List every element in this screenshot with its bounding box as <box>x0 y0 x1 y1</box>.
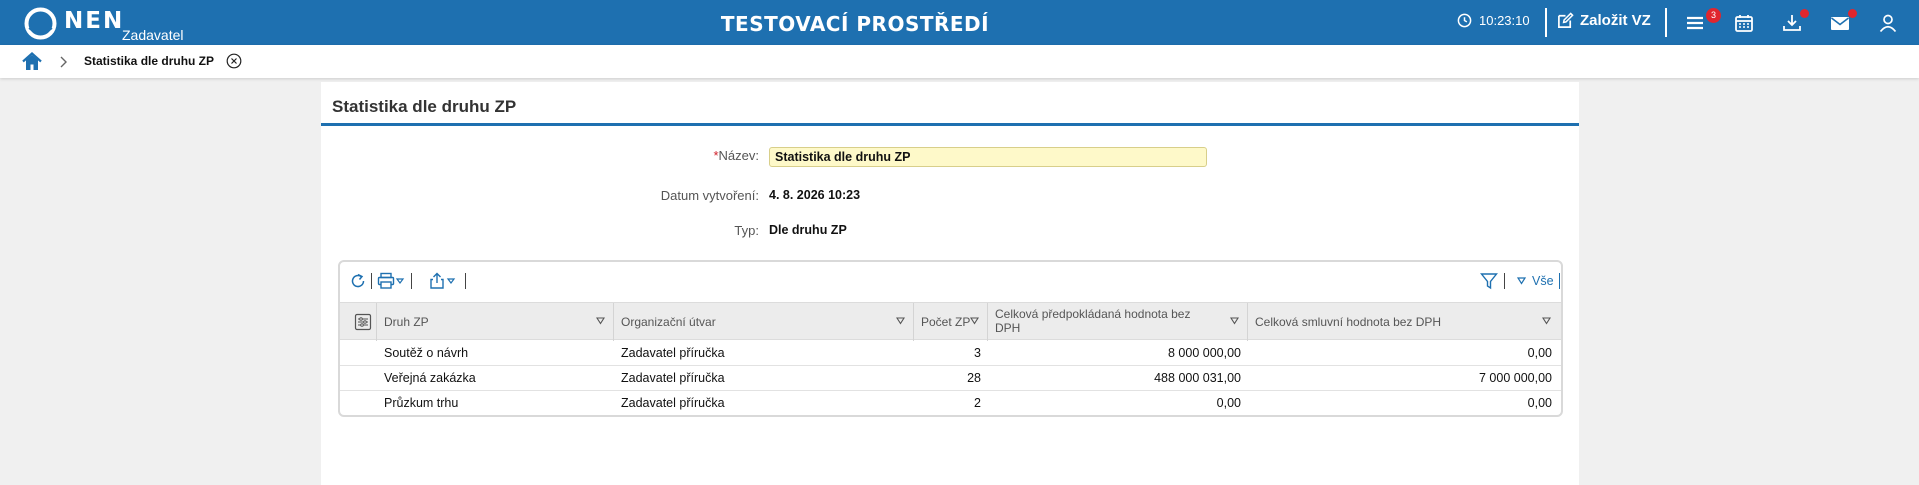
statistics-grid: Vše Druh ZP Organizační útvar Počet ZP C… <box>338 260 1563 417</box>
column-header-smluvni-hodnota[interactable]: Celková smluvní hodnota bez DPH <box>1248 303 1551 341</box>
column-header-org-utvar[interactable]: Organizační útvar <box>614 303 914 341</box>
home-icon[interactable] <box>22 52 42 71</box>
header-divider <box>1665 8 1667 37</box>
menu-badge: 3 <box>1706 8 1721 23</box>
toolbar-separator <box>1504 273 1505 289</box>
breadcrumb-current[interactable]: Statistika dle druhu ZP <box>84 54 214 68</box>
column-header-druh-zp[interactable]: Druh ZP <box>377 303 614 341</box>
column-header-pocet-zp[interactable]: Počet ZP <box>914 303 988 341</box>
printer-icon <box>377 272 405 289</box>
sort-triangle-icon[interactable] <box>596 317 605 325</box>
header-divider <box>1545 8 1547 37</box>
sort-triangle-icon[interactable] <box>1230 317 1239 325</box>
user-icon[interactable] <box>1877 12 1899 34</box>
page-title: Statistika dle druhu ZP <box>332 97 517 116</box>
cell-predpokladana-hodnota: 488 000 031,00 <box>1154 371 1241 385</box>
cell-smluvni-hodnota: 7 000 000,00 <box>1479 371 1552 385</box>
cell-smluvni-hodnota: 0,00 <box>1527 396 1552 410</box>
title-underline <box>321 123 1579 126</box>
edit-icon <box>1558 12 1574 28</box>
cell-org-utvar: Zadavatel příručka <box>621 396 725 410</box>
column-settings-cell <box>340 303 377 341</box>
column-header-label: Druh ZP <box>384 315 429 329</box>
type-label: Typ: <box>734 223 759 238</box>
toolbar-separator <box>1559 273 1560 289</box>
toolbar-separator <box>371 273 372 289</box>
calendar-icon[interactable] <box>1733 12 1755 34</box>
cell-pocet-zp: 2 <box>974 396 981 410</box>
filter-all-label: Vše <box>1532 274 1554 288</box>
chevron-right-icon <box>60 56 67 68</box>
cell-predpokladana-hodnota: 0,00 <box>1216 396 1241 410</box>
mail-notification-dot <box>1848 9 1857 18</box>
created-date-label: Datum vytvoření: <box>660 188 759 203</box>
triangle-down-icon <box>1517 277 1526 285</box>
create-vz-label: Založit VZ <box>1580 12 1651 29</box>
name-label-text: Název: <box>718 148 759 163</box>
sort-triangle-icon[interactable] <box>970 317 979 325</box>
cell-druh-zp: Průzkum trhu <box>384 396 459 410</box>
menu-icon[interactable] <box>1684 12 1706 34</box>
share-export-icon <box>430 272 456 289</box>
cell-org-utvar: Zadavatel příručka <box>621 346 725 360</box>
sort-triangle-icon[interactable] <box>1542 317 1551 325</box>
column-settings-icon[interactable] <box>354 313 372 331</box>
table-row[interactable]: Průzkum trhu Zadavatel příručka 2 0,00 0… <box>340 391 1561 416</box>
cell-pocet-zp: 28 <box>967 371 981 385</box>
column-header-label: Počet ZP <box>921 315 971 329</box>
export-button[interactable] <box>429 272 459 290</box>
column-header-predpokladana-hodnota[interactable]: Celková předpokládaná hodnota bez DPH <box>988 303 1248 341</box>
table-row[interactable]: Soutěž o návrh Zadavatel příručka 3 8 00… <box>340 341 1561 366</box>
filter-all-dropdown[interactable]: Vše <box>1517 274 1554 288</box>
created-date-value: 4. 8. 2026 10:23 <box>769 188 861 202</box>
download-notification-dot <box>1800 9 1809 18</box>
session-clock: 10:23:10 <box>1457 13 1530 28</box>
column-header-label: Celková předpokládaná hodnota bez DPH <box>995 307 1191 335</box>
clock-time: 10:23:10 <box>1479 13 1530 28</box>
cell-druh-zp: Veřejná zakázka <box>384 371 476 385</box>
cell-smluvni-hodnota: 0,00 <box>1527 346 1552 360</box>
create-vz-button[interactable]: Založit VZ <box>1557 12 1651 29</box>
toolbar-separator <box>411 273 412 289</box>
name-field-label: *Název: <box>559 148 759 163</box>
column-header-label: Celková smluvní hodnota bez DPH <box>1255 315 1442 329</box>
close-tab-icon[interactable] <box>226 53 242 69</box>
name-input[interactable] <box>769 147 1207 167</box>
column-header-label: Organizační útvar <box>621 315 716 329</box>
top-header: NEN Zadavatel TESTOVACÍ PROSTŘEDÍ 10:23:… <box>0 0 1919 45</box>
cell-predpokladana-hodnota: 8 000 000,00 <box>1168 346 1241 360</box>
breadcrumb: Statistika dle druhu ZP <box>0 45 1919 78</box>
toolbar-separator <box>465 273 466 289</box>
clock-icon <box>1457 13 1472 28</box>
cell-org-utvar: Zadavatel příručka <box>621 371 725 385</box>
grid-header: Druh ZP Organizační útvar Počet ZP Celko… <box>340 302 1561 341</box>
environment-title: TESTOVACÍ PROSTŘEDÍ <box>720 12 990 36</box>
cell-druh-zp: Soutěž o návrh <box>384 346 469 360</box>
cell-pocet-zp: 3 <box>974 346 981 360</box>
filter-icon[interactable] <box>1480 272 1498 290</box>
sort-triangle-icon[interactable] <box>896 317 905 325</box>
refresh-icon[interactable] <box>349 272 367 290</box>
print-button[interactable] <box>377 272 407 290</box>
table-row[interactable]: Veřejná zakázka Zadavatel příručka 28 48… <box>340 366 1561 391</box>
type-value: Dle druhu ZP <box>769 223 847 237</box>
